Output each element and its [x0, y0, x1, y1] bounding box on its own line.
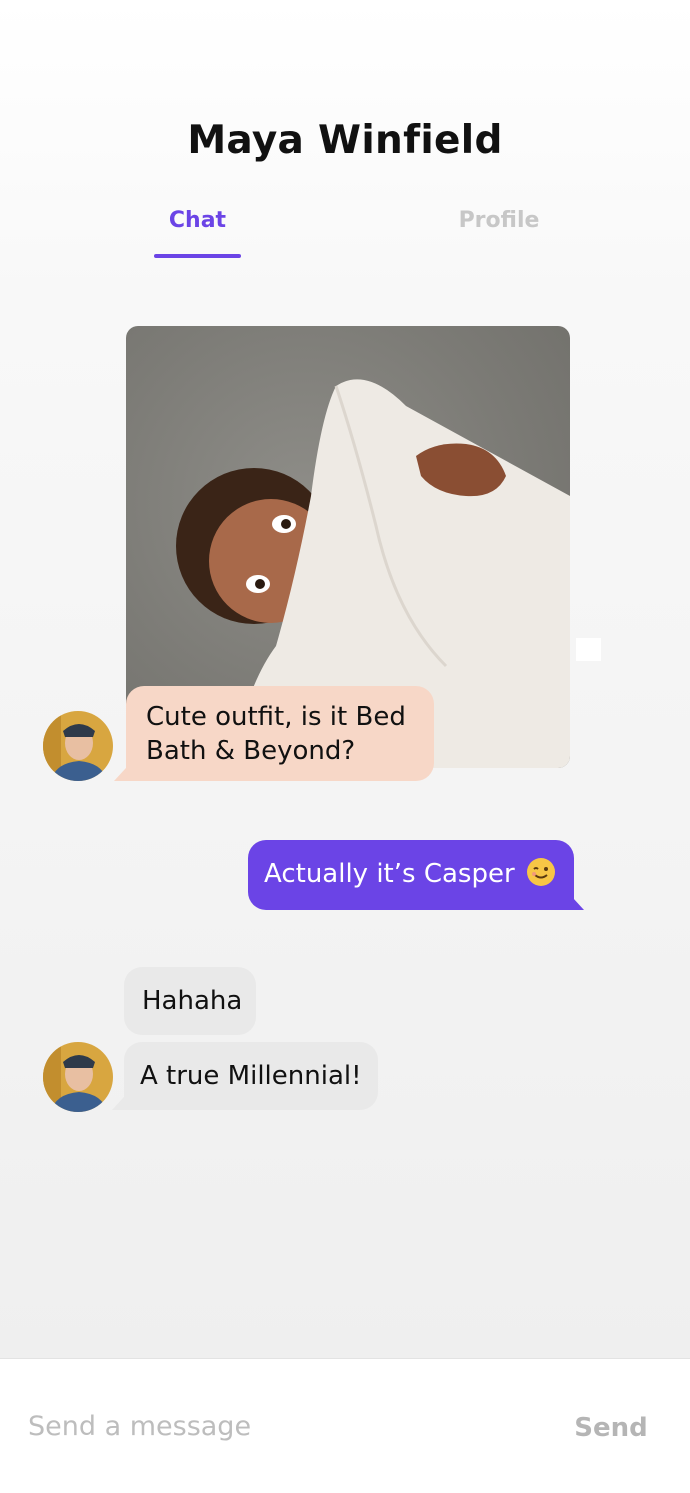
- avatar-portrait: [43, 711, 113, 781]
- active-tab-indicator: [154, 254, 241, 258]
- contact-avatar[interactable]: [43, 711, 113, 781]
- avatar-portrait: [43, 1042, 113, 1112]
- outgoing-message-bubble: Actually it’s Casper: [248, 840, 574, 910]
- contact-name-title: Maya Winfield: [187, 118, 503, 163]
- winking-face-icon: [526, 858, 555, 886]
- incoming-message-bubble: Cute outfit, is it Bed Bath & Beyond?: [126, 686, 434, 781]
- message-input[interactable]: [28, 1398, 548, 1454]
- incoming-message-bubble: Hahaha: [124, 967, 256, 1035]
- incoming-message-bubble: A true Millennial!: [124, 1042, 378, 1110]
- send-button[interactable]: Send: [566, 1408, 656, 1448]
- contact-avatar[interactable]: [43, 1042, 113, 1112]
- tab-chat[interactable]: Chat: [154, 208, 241, 233]
- tab-profile[interactable]: Profile: [438, 208, 560, 233]
- outgoing-message-text: Actually it’s Casper: [264, 859, 515, 889]
- image-overlay-marker: [576, 638, 601, 661]
